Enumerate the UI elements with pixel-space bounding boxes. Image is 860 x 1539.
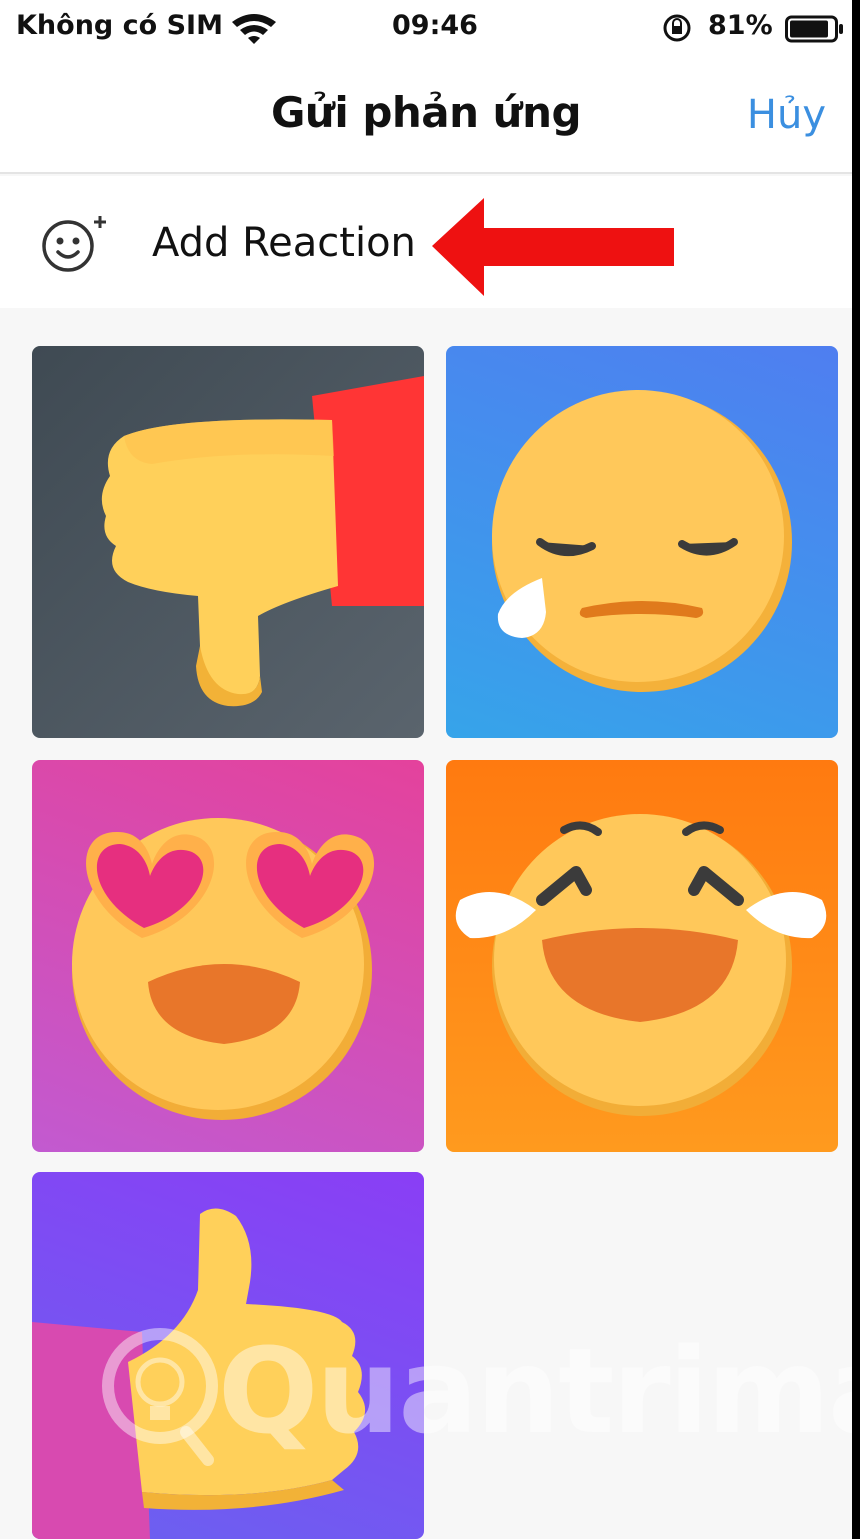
carrier-label: Không có SIM xyxy=(16,10,223,41)
add-reaction-button[interactable]: Add Reaction xyxy=(0,176,852,308)
reaction-laugh[interactable] xyxy=(446,760,838,1152)
thumbs-down-icon xyxy=(101,376,424,707)
add-emoji-icon xyxy=(42,216,106,272)
reaction-thumbs-down[interactable] xyxy=(32,346,424,738)
clock: 09:46 xyxy=(392,10,478,41)
wifi-icon xyxy=(232,14,276,44)
reaction-thumbs-up[interactable] xyxy=(32,1172,424,1539)
add-reaction-label: Add Reaction xyxy=(152,220,416,266)
heart-eyes-face-icon xyxy=(72,818,375,1120)
laughing-tears-face-icon xyxy=(455,814,827,1116)
battery-percent: 81% xyxy=(708,10,773,41)
rotation-lock-icon xyxy=(663,14,691,42)
reaction-sad[interactable] xyxy=(446,346,838,738)
battery-icon xyxy=(785,15,843,43)
reaction-love[interactable] xyxy=(32,760,424,1152)
red-arrow-annotation xyxy=(432,198,674,296)
page-title: Gửi phản ứng xyxy=(270,88,582,137)
navigation-bar: Gửi phản ứng Hủy xyxy=(0,56,852,174)
sad-tear-face-icon xyxy=(492,390,792,692)
reactions-screen: Không có SIM 09:46 81% Gửi phản ứng Hủy xyxy=(0,0,852,1539)
thumbs-up-icon xyxy=(32,1208,366,1539)
status-bar: Không có SIM 09:46 81% xyxy=(0,0,852,56)
cancel-button[interactable]: Hủy xyxy=(747,92,826,138)
